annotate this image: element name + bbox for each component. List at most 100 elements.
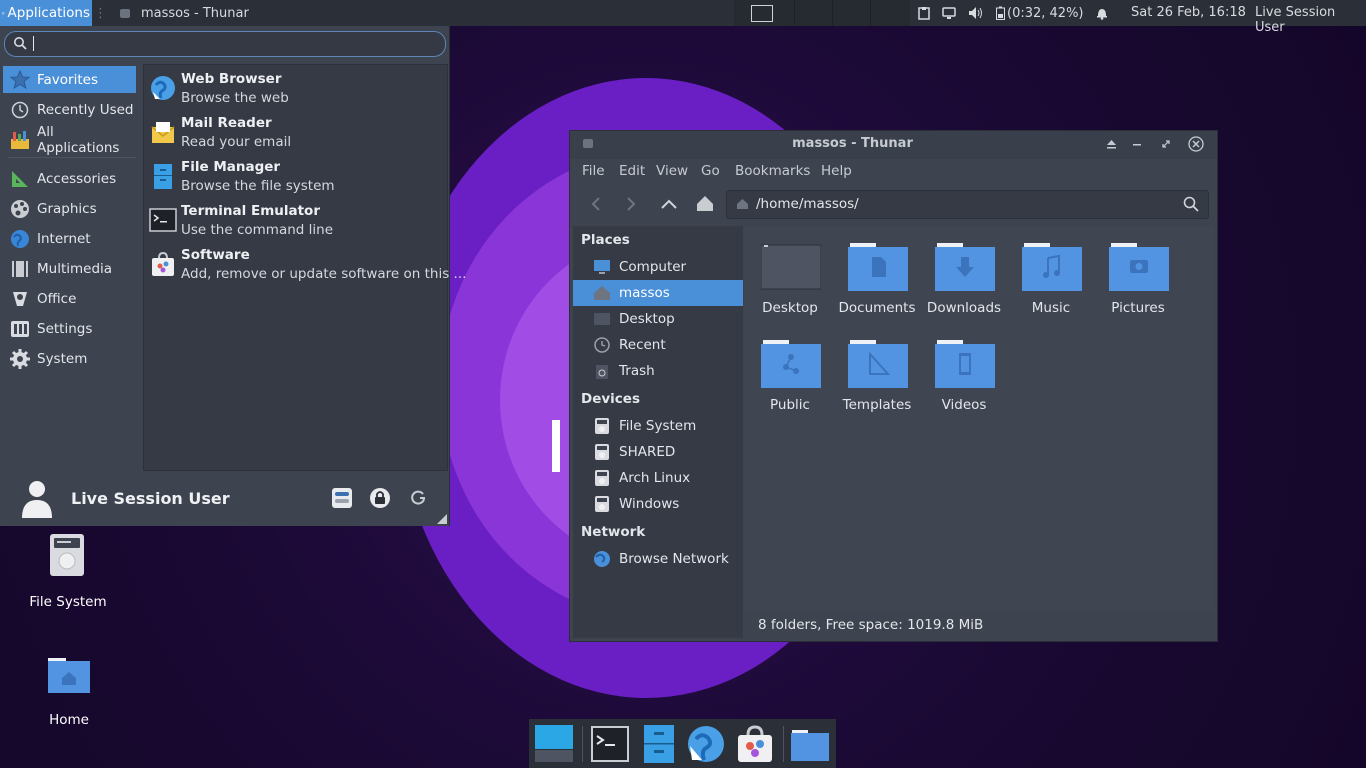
- section-network: Network: [581, 524, 646, 540]
- category-graphics[interactable]: Graphics: [3, 195, 136, 222]
- place-label: massos: [619, 285, 670, 301]
- logout-icon[interactable]: [409, 489, 427, 507]
- device-shared[interactable]: SHARED: [573, 439, 743, 465]
- dock-separator: [783, 726, 784, 762]
- category-favorites[interactable]: Favorites: [3, 66, 136, 93]
- category-internet[interactable]: Internet: [3, 225, 136, 252]
- up-arrow-icon[interactable]: [660, 196, 678, 212]
- device-arch-linux[interactable]: Arch Linux: [573, 465, 743, 491]
- place-computer[interactable]: Computer: [573, 254, 743, 280]
- back-arrow-icon[interactable]: [589, 196, 603, 212]
- home-icon[interactable]: [696, 195, 714, 212]
- applications-icon: [2, 12, 5, 15]
- place-recent[interactable]: Recent: [573, 332, 743, 358]
- section-places: Places: [581, 232, 630, 248]
- app-name: Software: [181, 247, 250, 263]
- show-desktop-icon[interactable]: [534, 724, 574, 764]
- app-description: Read your email: [181, 134, 292, 150]
- location-bar[interactable]: /home/massos/: [726, 190, 1209, 219]
- folder-label: Music: [1031, 300, 1071, 316]
- app-file-manager[interactable]: File Manager Browse the file system: [146, 155, 446, 197]
- folder-pictures[interactable]: Pictures: [1095, 231, 1181, 321]
- app-description: Browse the file system: [181, 178, 335, 194]
- menu-view[interactable]: View: [656, 163, 688, 179]
- category-settings[interactable]: Settings: [3, 315, 136, 342]
- close-icon[interactable]: [1188, 136, 1204, 152]
- user-avatar-icon: [22, 481, 52, 518]
- battery-indicator[interactable]: (0:32, 42%): [996, 6, 1084, 21]
- category-accessories[interactable]: Accessories: [3, 165, 136, 192]
- app-mail-reader[interactable]: Mail Reader Read your email: [146, 111, 446, 153]
- place-desktop[interactable]: Desktop: [573, 306, 743, 332]
- resize-grip-icon[interactable]: [437, 514, 447, 524]
- folder-videos[interactable]: Videos: [921, 328, 1007, 418]
- folder-icon[interactable]: [790, 724, 830, 764]
- workspace-1[interactable]: [751, 5, 773, 22]
- category-label: Accessories: [37, 170, 117, 187]
- forward-arrow-icon[interactable]: [624, 196, 638, 212]
- app-terminal-emulator[interactable]: Terminal Emulator Use the command line: [146, 199, 446, 241]
- taskbar-item-label: massos - Thunar: [141, 5, 249, 21]
- menu-go[interactable]: Go: [701, 163, 720, 179]
- folder-label: Pictures: [1111, 300, 1165, 316]
- menu-file[interactable]: File: [582, 163, 605, 179]
- app-name: File Manager: [181, 159, 281, 175]
- software-icon: [152, 251, 174, 276]
- device-windows[interactable]: Windows: [573, 491, 743, 517]
- clipboard-icon[interactable]: [918, 6, 930, 20]
- menu-search-input[interactable]: [4, 31, 446, 57]
- place-massos[interactable]: massos: [573, 280, 743, 306]
- pictures-folder-icon: [1109, 243, 1169, 291]
- app-web-browser[interactable]: Web Browser Browse the web: [146, 67, 446, 109]
- desktop-icon-home[interactable]: Home: [14, 656, 124, 728]
- app-software[interactable]: Software Add, remove or update software …: [146, 243, 466, 285]
- workspace-switcher[interactable]: [734, 0, 910, 26]
- folder-documents[interactable]: Documents: [834, 231, 920, 321]
- maximize-icon[interactable]: [1161, 139, 1171, 149]
- network-browse[interactable]: Browse Network: [573, 546, 743, 572]
- panel-separator: ⋮: [94, 5, 107, 21]
- folder-music[interactable]: Music: [1008, 231, 1094, 321]
- software-icon[interactable]: [735, 724, 775, 764]
- category-multimedia[interactable]: Multimedia: [3, 255, 136, 282]
- file-manager-icon[interactable]: [639, 724, 679, 764]
- shade-icon[interactable]: [1106, 139, 1117, 149]
- notification-bell-icon[interactable]: [1096, 6, 1108, 20]
- minimize-icon[interactable]: [1132, 139, 1142, 149]
- device-file-system[interactable]: File System: [573, 413, 743, 439]
- applications-menu-button[interactable]: Applications: [0, 0, 92, 26]
- folder-label: Public: [770, 397, 810, 413]
- category-divider: [8, 157, 136, 158]
- desktop-folder-icon: [594, 313, 610, 325]
- folder-public[interactable]: Public: [747, 328, 833, 418]
- folder-desktop[interactable]: Desktop: [747, 231, 833, 321]
- category-system[interactable]: System: [3, 345, 136, 372]
- web-browser-icon[interactable]: [686, 724, 726, 764]
- place-trash[interactable]: Trash: [573, 358, 743, 384]
- lock-screen-icon[interactable]: [369, 487, 391, 509]
- recent-clock-icon: [594, 337, 610, 353]
- display-icon[interactable]: [942, 7, 956, 19]
- taskbar-item-thunar[interactable]: massos - Thunar: [119, 6, 249, 21]
- menu-help[interactable]: Help: [821, 163, 852, 179]
- menu-bookmarks[interactable]: Bookmarks: [735, 163, 810, 179]
- app-name: Mail Reader: [181, 115, 272, 131]
- volume-icon[interactable]: [968, 6, 984, 20]
- folder-downloads[interactable]: Downloads: [921, 231, 1007, 321]
- folder-templates[interactable]: Templates: [834, 328, 920, 418]
- app-name: Terminal Emulator: [181, 203, 320, 219]
- search-icon[interactable]: [1183, 196, 1199, 212]
- category-all-applications[interactable]: All Applications: [3, 124, 136, 156]
- category-recently-used[interactable]: Recently Used: [3, 96, 136, 123]
- desktop-icon-file-system[interactable]: File System: [13, 533, 123, 610]
- app-description: Use the command line: [181, 222, 333, 238]
- clock[interactable]: Sat 26 Feb, 16:18: [1131, 5, 1246, 20]
- text-cursor: [33, 36, 34, 51]
- settings-manager-icon[interactable]: [331, 487, 353, 509]
- user-menu[interactable]: Live Session User: [1255, 5, 1366, 35]
- category-office[interactable]: Office: [3, 285, 136, 312]
- menu-edit[interactable]: Edit: [619, 163, 645, 179]
- mail-icon: [151, 122, 175, 143]
- category-label: System: [37, 350, 88, 367]
- terminal-icon[interactable]: [590, 724, 630, 764]
